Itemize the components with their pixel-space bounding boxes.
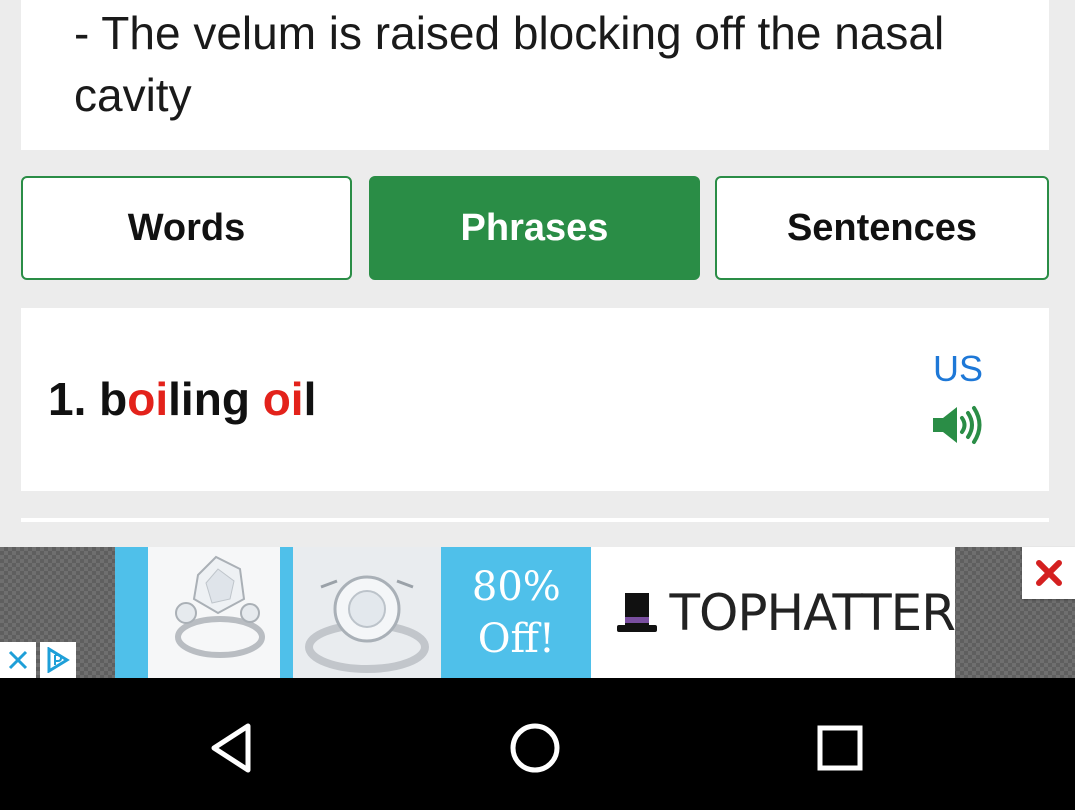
ad-bar: 80% Off! TOPHATTER [0, 547, 1075, 678]
speaker-volume-icon[interactable] [931, 404, 983, 446]
description-card: - The velum is raised blocking off the n… [21, 0, 1049, 150]
ad-banner[interactable]: 80% Off! TOPHATTER [115, 547, 956, 678]
phrase-card: 1. boiling oil US [21, 308, 1049, 491]
ad-brand: TOPHATTER [591, 547, 956, 678]
back-button[interactable] [202, 718, 262, 778]
phrase-highlight: oi [127, 373, 169, 425]
adchoices-icon [47, 647, 70, 673]
tab-sentences[interactable]: Sentences [715, 176, 1049, 280]
close-icon [1035, 560, 1062, 586]
system-navbar [0, 678, 1075, 810]
ring-image [293, 547, 442, 678]
back-icon [211, 723, 251, 773]
adchoices [0, 642, 76, 678]
adchoices-close-button[interactable] [0, 642, 36, 678]
close-icon [8, 650, 28, 670]
tab-bar: Words Phrases Sentences [21, 176, 1049, 282]
description-text: - The velum is raised blocking off the n… [74, 7, 945, 121]
recents-icon [817, 725, 863, 771]
ad-offer-text: Off! [477, 615, 555, 662]
accent-label: US [933, 348, 984, 389]
top-hat-icon [617, 592, 658, 632]
phrase-highlight: oi [262, 373, 304, 425]
phrase-number: 1. [48, 373, 87, 425]
ring-image [147, 547, 280, 678]
ad-close-button[interactable] [1022, 547, 1075, 599]
home-icon [510, 723, 560, 773]
ad-brand-name: TOPHATTER [669, 583, 956, 642]
tab-phrases[interactable]: Phrases [369, 176, 700, 280]
ad-offer-percent: 80% [471, 563, 561, 610]
divider [21, 518, 1049, 522]
tab-words[interactable]: Words [21, 176, 352, 280]
phrase-part: l [303, 373, 317, 425]
home-button[interactable] [505, 718, 565, 778]
adchoices-button[interactable] [40, 642, 76, 678]
phrase-part: b [99, 373, 128, 425]
recents-button[interactable] [810, 718, 870, 778]
ad-offer: 80% Off! [441, 547, 592, 678]
phrase-part: ling [168, 373, 263, 425]
phrase-text[interactable]: 1. boiling oil [48, 372, 316, 426]
